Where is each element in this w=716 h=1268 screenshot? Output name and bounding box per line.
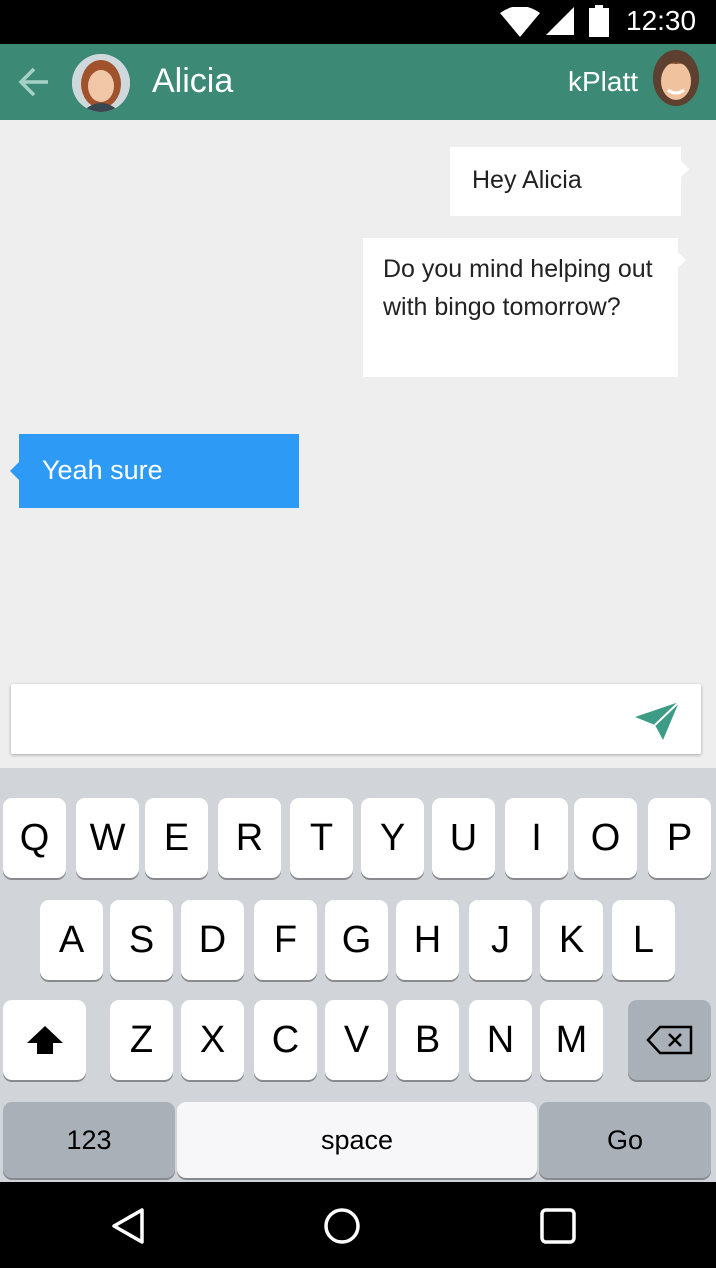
message-composer [11, 684, 701, 754]
key-e[interactable]: E [145, 798, 208, 878]
key-y[interactable]: Y [361, 798, 424, 878]
key-w[interactable]: W [76, 798, 139, 878]
key-d[interactable]: D [181, 900, 244, 980]
backspace-key[interactable] [628, 1000, 711, 1080]
shift-icon [26, 1026, 63, 1054]
shift-key[interactable] [3, 1000, 86, 1080]
backspace-icon [645, 1025, 692, 1055]
key-s[interactable]: S [110, 900, 173, 980]
key-k[interactable]: K [540, 900, 603, 980]
home-nav-icon[interactable] [322, 1206, 362, 1246]
key-f[interactable]: F [254, 900, 317, 980]
key-c[interactable]: C [254, 1000, 317, 1080]
system-nav-bar [0, 1182, 716, 1268]
key-m[interactable]: M [540, 1000, 603, 1080]
key-p[interactable]: P [648, 798, 711, 878]
key-b[interactable]: B [396, 1000, 459, 1080]
chat-thread[interactable]: Hey Alicia Do you mind helping out with … [0, 120, 716, 770]
key-t[interactable]: T [290, 798, 353, 878]
wifi-icon [500, 7, 540, 37]
space-key[interactable]: space [177, 1102, 537, 1178]
signal-icon [546, 7, 574, 35]
key-u[interactable]: U [432, 798, 495, 878]
back-arrow-icon[interactable] [14, 62, 54, 102]
message-input[interactable] [21, 696, 621, 742]
key-z[interactable]: Z [110, 1000, 173, 1080]
on-screen-keyboard: Q W E R T Y U I O P A S D F G H J K L Z … [0, 768, 716, 1182]
key-j[interactable]: J [469, 900, 532, 980]
user-avatar[interactable] [653, 50, 699, 106]
outgoing-message[interactable]: Hey Alicia [450, 147, 689, 216]
key-a[interactable]: A [40, 900, 103, 980]
app-bar: Alicia kPlatt [0, 44, 716, 120]
key-g[interactable]: G [325, 900, 388, 980]
numbers-key[interactable]: 123 [3, 1102, 175, 1178]
contact-name[interactable]: Alicia [152, 62, 233, 101]
recents-nav-icon[interactable] [538, 1206, 578, 1246]
key-h[interactable]: H [396, 900, 459, 980]
go-key[interactable]: Go [539, 1102, 711, 1178]
key-n[interactable]: N [469, 1000, 532, 1080]
battery-icon [589, 5, 609, 37]
key-l[interactable]: L [612, 900, 675, 980]
key-x[interactable]: X [181, 1000, 244, 1080]
send-icon[interactable] [633, 700, 681, 742]
key-o[interactable]: O [574, 798, 637, 878]
key-r[interactable]: R [218, 798, 281, 878]
key-q[interactable]: Q [3, 798, 66, 878]
back-nav-icon[interactable] [108, 1206, 148, 1246]
contact-avatar[interactable] [72, 54, 130, 112]
user-name[interactable]: kPlatt [568, 66, 638, 98]
outgoing-message[interactable]: Do you mind helping out with bingo tomor… [363, 238, 686, 377]
status-bar: 12:30 [0, 0, 716, 44]
key-i[interactable]: I [505, 798, 568, 878]
incoming-message[interactable]: Yeah sure [10, 434, 299, 508]
status-time: 12:30 [626, 5, 697, 36]
key-v[interactable]: V [325, 1000, 388, 1080]
